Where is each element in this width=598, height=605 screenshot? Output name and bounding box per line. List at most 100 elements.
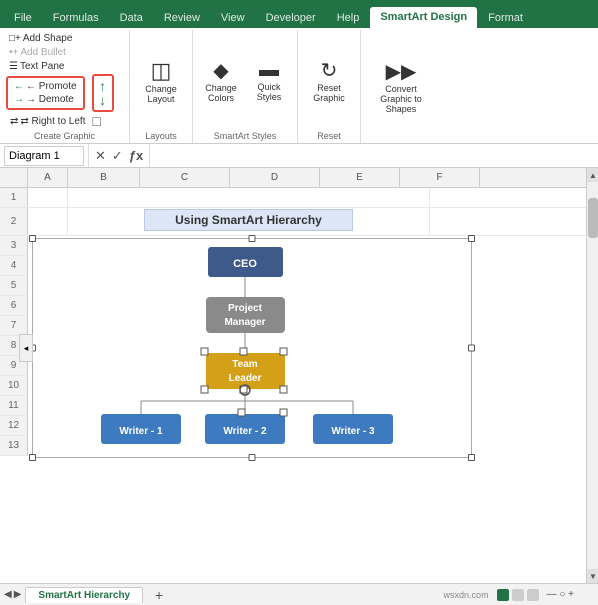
insert-function-icon[interactable]: ƒx: [127, 148, 145, 163]
grid-area: A B C D E F 1 2 Using SmartArt Hierarchy: [0, 168, 586, 583]
quick-styles-button[interactable]: ▬ Quick Styles: [247, 57, 291, 104]
change-colors-button[interactable]: ◆ Change Colors: [199, 56, 243, 105]
move-down-button[interactable]: ↓: [99, 93, 106, 107]
col-header-b[interactable]: B: [68, 168, 140, 187]
layout-icon: □: [92, 113, 100, 129]
handle-bm[interactable]: [249, 454, 256, 461]
cancel-icon[interactable]: ✕: [93, 148, 108, 164]
right-to-left-icon: ⇄: [10, 116, 18, 127]
handle-mr[interactable]: [468, 345, 475, 352]
add-shape-button[interactable]: □+ Add Shape: [6, 32, 75, 45]
svg-text:Writer - 3: Writer - 3: [331, 426, 375, 437]
svg-text:Leader: Leader: [229, 373, 262, 384]
smartart-title: Using SmartArt Hierarchy: [70, 208, 427, 232]
reset-graphic-button[interactable]: ↻ Reset Graphic: [304, 56, 354, 105]
convert-group: ▶▶ Convert Graphic to Shapes: [361, 30, 441, 143]
handle-tm[interactable]: [249, 235, 256, 242]
create-graphic-label: Create Graphic: [6, 131, 123, 141]
confirm-icon[interactable]: ✓: [110, 148, 125, 164]
normal-view-btn[interactable]: [497, 589, 509, 601]
ribbon: □+ Add Shape •+ Add Bullet ☰ Text Pane: [0, 28, 598, 144]
scroll-up-arrow[interactable]: ▲: [587, 168, 598, 182]
demote-button[interactable]: → → Demote: [10, 93, 81, 106]
demote-icon: →: [14, 94, 24, 105]
expand-left-arrow[interactable]: ◂: [19, 334, 33, 362]
updown-group: ↑ ↓: [92, 74, 114, 112]
svg-text:CEO: CEO: [233, 258, 257, 270]
row-num-10: 10: [0, 376, 28, 396]
handle-br[interactable]: [468, 454, 475, 461]
row-num-3: 3: [0, 236, 28, 256]
status-bar: wsxdn.com — ○ +: [444, 589, 594, 601]
smartart-styles-group: ◆ Change Colors ▬ Quick Styles SmartArt …: [193, 30, 298, 143]
text-pane-icon: ☰: [9, 61, 18, 72]
tab-smartart-design[interactable]: SmartArt Design: [370, 7, 477, 28]
promote-button[interactable]: ← ← Promote: [10, 80, 81, 93]
zoom-level[interactable]: — ○ +: [547, 589, 574, 600]
handle-tr[interactable]: [468, 235, 475, 242]
table-row: 1: [0, 188, 586, 208]
add-bullet-button[interactable]: •+ Add Bullet: [6, 46, 69, 59]
handle-tl[interactable]: [29, 235, 36, 242]
row-num-2: 2: [0, 208, 28, 235]
reset-group: ↻ Reset Graphic Reset: [298, 30, 361, 143]
col-header-a[interactable]: A: [28, 168, 68, 187]
row-header-corner: [0, 168, 28, 187]
reset-graphic-icon: ↻: [321, 58, 338, 83]
tab-data[interactable]: Data: [110, 8, 153, 28]
smartart-svg: CEO Project Manager Team Leader: [33, 239, 473, 459]
formula-bar: ✕ ✓ ƒx: [0, 144, 598, 168]
smartart-title-text: Using SmartArt Hierarchy: [144, 209, 353, 231]
svg-text:Writer - 1: Writer - 1: [119, 426, 163, 437]
col-header-c[interactable]: C: [140, 168, 230, 187]
sheet-tab-smartart[interactable]: SmartArt Hierarchy: [25, 587, 143, 603]
row-num-1: 1: [0, 188, 28, 207]
handle-bl[interactable]: [29, 454, 36, 461]
scroll-thumb[interactable]: [588, 198, 598, 238]
smartart-styles-label: SmartArt Styles: [199, 131, 291, 141]
svg-text:Writer - 2: Writer - 2: [223, 426, 267, 437]
col-header-f[interactable]: F: [400, 168, 480, 187]
create-graphic-group: □+ Add Shape •+ Add Bullet ☰ Text Pane: [0, 30, 130, 143]
col-header-e[interactable]: E: [320, 168, 400, 187]
formula-input[interactable]: [154, 146, 594, 166]
layouts-group: ◫ Change Layout Layouts: [130, 30, 193, 143]
scroll-down-arrow[interactable]: ▼: [587, 569, 598, 583]
tab-view[interactable]: View: [211, 8, 255, 28]
sheet-scroll-left[interactable]: ◀: [4, 589, 12, 600]
row-num-6: 6: [0, 296, 28, 316]
change-layout-button[interactable]: ◫ Change Layout: [136, 56, 186, 106]
text-pane-button[interactable]: ☰ Text Pane: [6, 60, 67, 73]
smartart-canvas[interactable]: ◂ CEO Project Manager Team: [32, 238, 472, 458]
change-colors-icon: ◆: [213, 58, 228, 83]
cell-a2[interactable]: [28, 208, 68, 235]
tab-file[interactable]: File: [4, 8, 42, 28]
move-up-button[interactable]: ↑: [99, 79, 106, 93]
cell-a1[interactable]: [28, 188, 68, 207]
row-num-12: 12: [0, 416, 28, 436]
tab-bar: File Formulas Data Review View Developer…: [0, 0, 598, 28]
tab-format[interactable]: Format: [478, 8, 533, 28]
tab-formulas[interactable]: Formulas: [43, 8, 109, 28]
vertical-scrollbar[interactable]: ▲ ▼: [586, 168, 598, 583]
right-to-left-button[interactable]: ⇄ ⇄ Right to Left: [6, 115, 89, 128]
tab-help[interactable]: Help: [327, 8, 370, 28]
tab-developer[interactable]: Developer: [256, 8, 326, 28]
convert-icon: ▶▶: [386, 59, 417, 84]
table-row: 2 Using SmartArt Hierarchy: [0, 208, 586, 236]
sheet-scroll-right[interactable]: ▶: [14, 589, 22, 600]
quick-styles-icon: ▬: [259, 59, 279, 82]
name-box[interactable]: [4, 146, 84, 166]
cell-title-row[interactable]: Using SmartArt Hierarchy: [68, 208, 430, 235]
page-layout-btn[interactable]: [512, 589, 524, 601]
col-header-row: A B C D E F: [0, 168, 586, 188]
page-break-btn[interactable]: [527, 589, 539, 601]
col-header-d[interactable]: D: [230, 168, 320, 187]
svg-text:Manager: Manager: [224, 317, 265, 328]
add-sheet-button[interactable]: +: [149, 587, 169, 603]
cell-b1-span[interactable]: [68, 188, 430, 207]
view-mode-buttons: [497, 589, 539, 601]
svg-text:Team: Team: [232, 359, 257, 370]
tab-review[interactable]: Review: [154, 8, 210, 28]
convert-button[interactable]: ▶▶ Convert Graphic to Shapes: [367, 57, 435, 116]
